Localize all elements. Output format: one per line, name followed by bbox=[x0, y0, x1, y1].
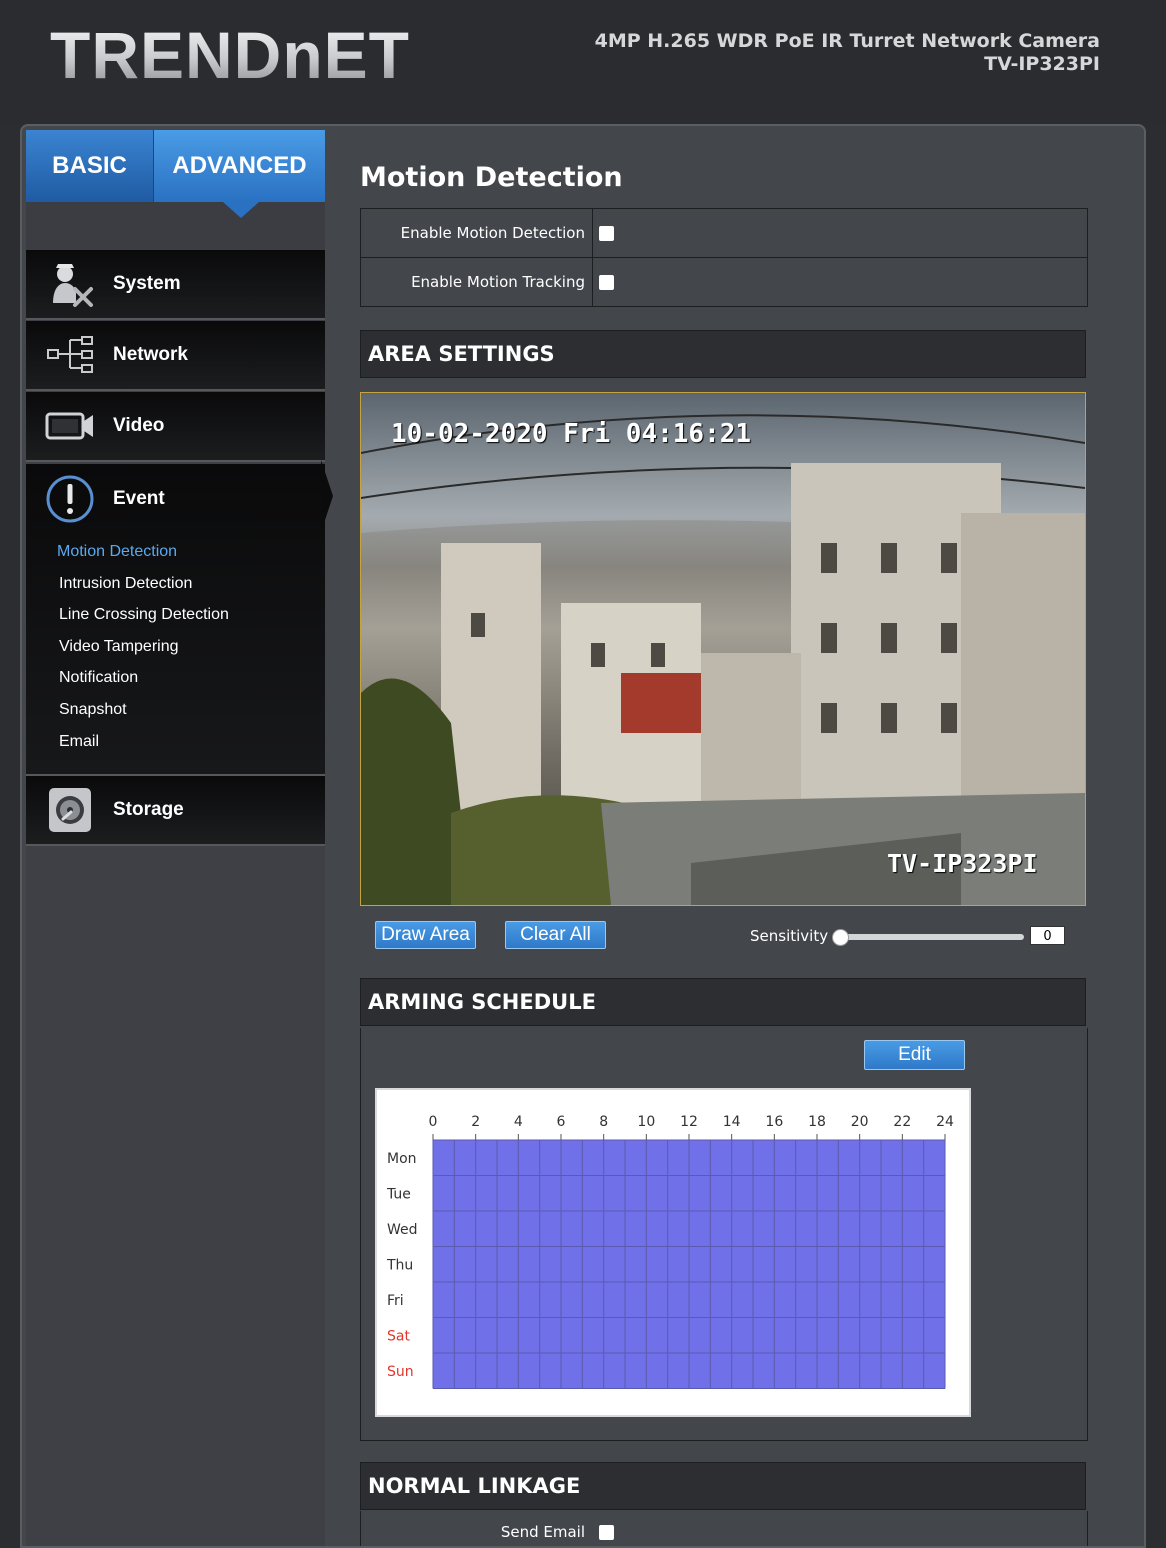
tab-basic[interactable]: BASIC bbox=[26, 130, 153, 202]
edit-schedule-button[interactable]: Edit bbox=[864, 1040, 965, 1070]
option-row-enable-tracking: Enable Motion Tracking bbox=[361, 258, 1087, 306]
schedule-hour-label: 12 bbox=[680, 1114, 698, 1130]
sidebar-subitem-notification[interactable]: Notification bbox=[59, 669, 138, 687]
sidebar-item-video[interactable]: Video bbox=[26, 392, 325, 462]
schedule-hour-label: 10 bbox=[637, 1114, 655, 1130]
option-label: Enable Motion Detection bbox=[361, 209, 593, 257]
sensitivity-slider-handle[interactable] bbox=[832, 929, 849, 946]
sidebar-subitem-intrusion-detection[interactable]: Intrusion Detection bbox=[59, 575, 192, 593]
enable-motion-tracking-checkbox[interactable] bbox=[599, 274, 614, 290]
live-video-area[interactable]: 10-02-2020 Fri 04:16:21 TV-IP323PI bbox=[360, 392, 1086, 906]
tab-spacer bbox=[26, 202, 325, 250]
normal-linkage-heading: NORMAL LINKAGE bbox=[360, 1462, 1086, 1510]
video-camera-name-overlay: TV-IP323PI bbox=[887, 849, 1038, 878]
trendnet-logo: TRENDnET bbox=[50, 18, 410, 92]
product-description: 4MP H.265 WDR PoE IR Turret Network Came… bbox=[594, 30, 1100, 52]
schedule-day-label: Fri bbox=[387, 1293, 404, 1309]
schedule-day-label: Sat bbox=[387, 1328, 410, 1344]
arming-schedule-heading: ARMING SCHEDULE bbox=[360, 978, 1086, 1026]
send-email-checkbox[interactable] bbox=[599, 1525, 614, 1540]
sidebar-subitem-snapshot[interactable]: Snapshot bbox=[59, 701, 127, 719]
sensitivity-label: Sensitivity bbox=[750, 927, 829, 945]
schedule-hour-label: 8 bbox=[599, 1114, 608, 1130]
sidebar-item-label: Video bbox=[113, 415, 165, 436]
schedule-day-label: Tue bbox=[386, 1186, 411, 1202]
schedule-hour-label: 20 bbox=[851, 1114, 869, 1130]
mode-tabs: BASIC ADVANCED bbox=[26, 130, 325, 202]
area-settings-heading: AREA SETTINGS bbox=[360, 330, 1086, 378]
schedule-hour-label: 14 bbox=[723, 1114, 741, 1130]
clear-all-button[interactable]: Clear All bbox=[505, 921, 606, 949]
schedule-hour-label: 16 bbox=[765, 1114, 783, 1130]
schedule-hour-label: 6 bbox=[557, 1114, 566, 1130]
storage-disk-icon bbox=[42, 785, 98, 835]
schedule-day-label: Mon bbox=[387, 1151, 417, 1167]
enable-motion-detection-checkbox[interactable] bbox=[599, 225, 614, 241]
schedule-day-label: Sun bbox=[387, 1364, 414, 1380]
sidebar-subitem-line-crossing-detection[interactable]: Line Crossing Detection bbox=[59, 606, 229, 624]
video-camera-icon bbox=[42, 401, 98, 451]
sidebar-subitem-video-tampering[interactable]: Video Tampering bbox=[59, 638, 179, 656]
schedule-hour-label: 18 bbox=[808, 1114, 826, 1130]
tab-advanced[interactable]: ADVANCED bbox=[154, 130, 325, 202]
arming-schedule-panel: Edit 0 2 4 6 8 10 12 14 16 18 20 22 24 Mon Tue Wed Thu Fr… bbox=[360, 1028, 1088, 1441]
motion-options-table: Enable Motion Detection Enable Motion Tr… bbox=[360, 208, 1088, 307]
schedule-day-label: Wed bbox=[387, 1222, 418, 1238]
sidebar-item-event[interactable]: Event bbox=[26, 464, 325, 534]
schedule-hour-label: 22 bbox=[893, 1114, 911, 1130]
video-timestamp-overlay: 10-02-2020 Fri 04:16:21 bbox=[391, 419, 752, 449]
linkage-option-row: Send Email bbox=[360, 1511, 1088, 1546]
sidebar-group-event: Event Motion Detection Intrusion Detecti… bbox=[26, 464, 325, 776]
schedule-grid-svg: 0 2 4 6 8 10 12 14 16 18 20 22 24MonTueWedThuFriSatS… bbox=[386, 1114, 954, 1389]
schedule-hour-label: 4 bbox=[514, 1114, 523, 1130]
main-frame: BASIC ADVANCED System Network Video Even… bbox=[20, 124, 1146, 1548]
page-title: Motion Detection bbox=[360, 162, 623, 193]
sensitivity-slider-track[interactable] bbox=[838, 934, 1024, 940]
sidebar-item-label: System bbox=[113, 273, 181, 294]
sidebar-item-storage[interactable]: Storage bbox=[26, 776, 325, 846]
product-info: 4MP H.265 WDR PoE IR Turret Network Came… bbox=[595, 30, 1100, 76]
schedule-grid[interactable]: 0 2 4 6 8 10 12 14 16 18 20 22 24 Mon Tue Wed Thu Fri Sat S… bbox=[375, 1088, 971, 1417]
sidebar-item-network[interactable]: Network bbox=[26, 321, 325, 391]
draw-area-button[interactable]: Draw Area bbox=[375, 921, 476, 949]
network-tree-icon bbox=[42, 330, 98, 380]
video-scene bbox=[361, 414, 1085, 905]
option-label: Enable Motion Tracking bbox=[361, 258, 593, 306]
sidebar-item-label: Network bbox=[113, 344, 188, 365]
active-section-pointer bbox=[321, 460, 333, 532]
option-row-enable-motion: Enable Motion Detection bbox=[361, 209, 1087, 258]
sidebar-item-label: Event bbox=[113, 488, 165, 509]
schedule-hour-label: 2 bbox=[471, 1114, 480, 1130]
product-model: TV-IP323PI bbox=[984, 53, 1100, 75]
sidebar-subitem-motion-detection[interactable]: Motion Detection bbox=[57, 543, 177, 561]
sidebar: BASIC ADVANCED System Network Video Even… bbox=[26, 130, 325, 1546]
schedule-hour-label: 24 bbox=[936, 1114, 954, 1130]
page-header: TRENDnET 4MP H.265 WDR PoE IR Turret Net… bbox=[0, 0, 1166, 124]
sidebar-item-label: Storage bbox=[113, 799, 184, 820]
system-admin-icon bbox=[42, 259, 98, 309]
schedule-day-label: Thu bbox=[386, 1257, 413, 1273]
send-email-label: Send Email bbox=[500, 1523, 585, 1541]
alert-exclamation-icon bbox=[42, 474, 98, 524]
active-tab-arrow bbox=[223, 202, 259, 218]
sidebar-subitem-email[interactable]: Email bbox=[59, 733, 99, 751]
sensitivity-value-input[interactable]: 0 bbox=[1030, 926, 1065, 945]
sidebar-item-system[interactable]: System bbox=[26, 250, 325, 320]
schedule-hour-label: 0 bbox=[429, 1114, 438, 1130]
